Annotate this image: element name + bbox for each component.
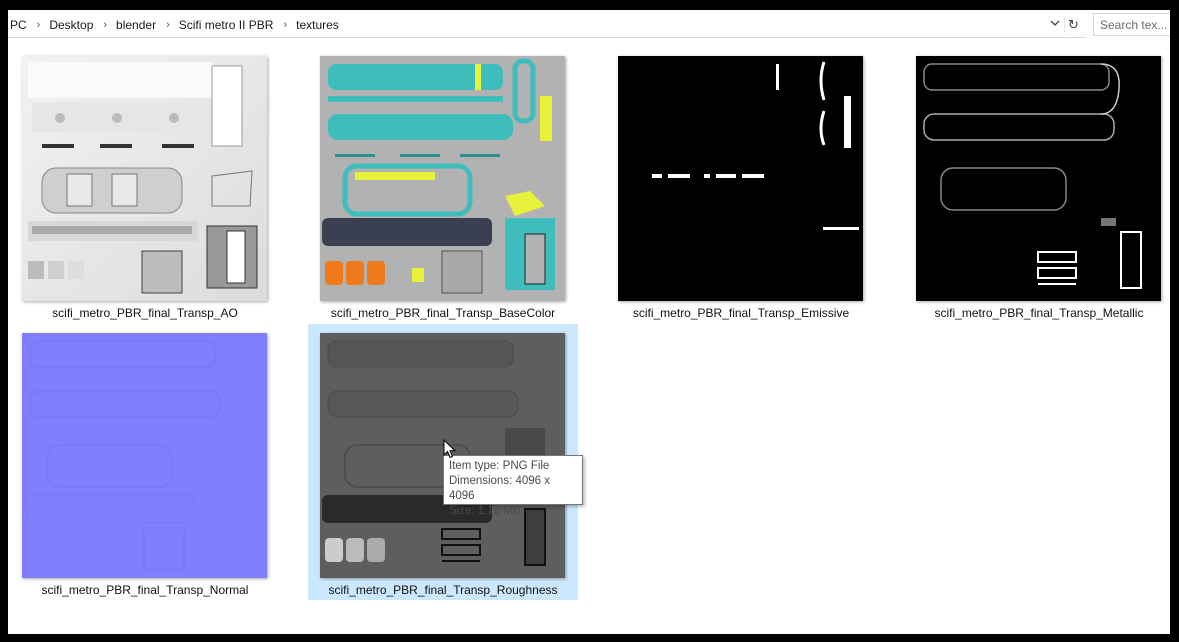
- thumbnail-basecolor: [320, 56, 565, 301]
- tooltip-dimensions: Dimensions: 4096 x 4096: [449, 475, 550, 502]
- thumbnail-metallic: [916, 56, 1161, 301]
- file-tile-metallic[interactable]: scifi_metro_PBR_final_Transp_Metallic: [904, 47, 1170, 323]
- chevron-right-icon[interactable]: ›: [95, 19, 114, 31]
- file-tile-normal[interactable]: scifi_metro_PBR_final_Transp_Normal: [10, 324, 280, 600]
- file-tile-basecolor[interactable]: scifi_metro_PBR_final_Transp_BaseColor: [308, 47, 578, 323]
- file-name-normal[interactable]: scifi_metro_PBR_final_Transp_Normal: [10, 583, 280, 597]
- file-info-tooltip: Item type: PNG File Dimensions: 4096 x 4…: [443, 455, 583, 517]
- refresh-icon: ↻: [1068, 17, 1079, 32]
- search-box[interactable]: [1093, 13, 1170, 36]
- breadcrumb: PC › Desktop › blender › Scifi metro II …: [8, 17, 341, 33]
- thumbnail-normal: [22, 333, 267, 578]
- explorer-window: PC › Desktop › blender › Scifi metro II …: [8, 10, 1170, 634]
- tooltip-size: Size: 1,16 MB: [449, 505, 521, 517]
- thumbnail-emissive: [618, 56, 863, 301]
- file-name-roughness[interactable]: scifi_metro_PBR_final_Transp_Roughness: [308, 583, 578, 597]
- breadcrumb-pc[interactable]: PC: [8, 18, 29, 32]
- search-input[interactable]: [1100, 15, 1170, 34]
- chevron-right-icon[interactable]: ›: [158, 19, 177, 31]
- address-dropdown-button[interactable]: [1048, 17, 1062, 33]
- breadcrumb-desktop[interactable]: Desktop: [47, 18, 95, 32]
- mouse-pointer-icon: [443, 439, 457, 459]
- thumbnail-ao: [22, 56, 267, 301]
- file-tile-ao[interactable]: scifi_metro_PBR_final_Transp_AO: [10, 47, 280, 323]
- file-name-metallic[interactable]: scifi_metro_PBR_final_Transp_Metallic: [904, 306, 1170, 320]
- file-name-ao[interactable]: scifi_metro_PBR_final_Transp_AO: [10, 306, 280, 320]
- address-bar[interactable]: PC › Desktop › blender › Scifi metro II …: [8, 13, 1086, 38]
- file-tile-emissive[interactable]: scifi_metro_PBR_final_Transp_Emissive: [606, 47, 876, 323]
- tooltip-item-type: Item type: PNG File: [449, 460, 550, 472]
- file-name-emissive[interactable]: scifi_metro_PBR_final_Transp_Emissive: [606, 306, 876, 320]
- chevron-down-icon: [1050, 20, 1060, 26]
- refresh-button[interactable]: ↻: [1064, 17, 1082, 33]
- file-name-basecolor[interactable]: scifi_metro_PBR_final_Transp_BaseColor: [308, 306, 578, 320]
- chevron-right-icon[interactable]: ›: [29, 19, 48, 31]
- chevron-right-icon[interactable]: ›: [275, 19, 294, 31]
- breadcrumb-scifi-metro[interactable]: Scifi metro II PBR: [177, 18, 276, 32]
- breadcrumb-textures[interactable]: textures: [294, 18, 341, 32]
- breadcrumb-blender[interactable]: blender: [114, 18, 158, 32]
